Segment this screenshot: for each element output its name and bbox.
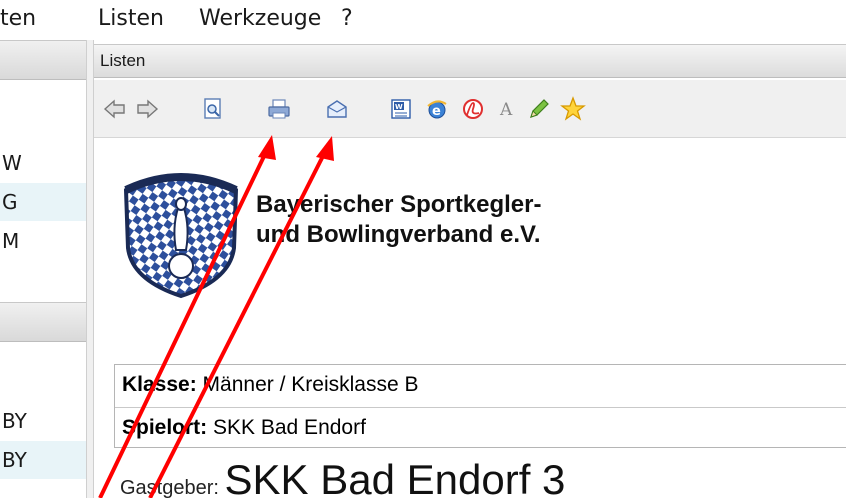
gastgeber-value: SKK Bad Endorf 3 [224,456,566,498]
menu-item-help[interactable]: ? [341,6,353,31]
svg-text:e: e [432,104,441,119]
menu-bar: ten Listen Werkzeuge ? [0,0,846,40]
menu-item-werkzeuge[interactable]: Werkzeuge [199,6,321,31]
spielort-row: Spielort: SKK Bad Endorf [115,407,846,447]
left-panel-header [0,40,86,80]
list-item[interactable]: BY [0,441,86,479]
print-preview-icon[interactable] [198,94,228,124]
svg-text:A: A [499,100,513,120]
panel-title: Listen [94,44,846,78]
document-preview: Bayerischer Sportkegler- und Bowlingverb… [94,138,846,498]
favorite-star-icon[interactable] [558,94,588,124]
org-name-line-2: und Bowlingverband e.V. [256,221,541,248]
pencil-icon[interactable] [524,94,554,124]
menu-item-daten[interactable]: ten [0,6,36,31]
listen-panel: Listen W e A Bayerischer Sportkegler- un… [94,40,846,498]
klasse-value: Männer / Kreisklasse B [196,373,419,396]
spielort-value: SKK Bad Endorf [207,416,366,439]
pdf-icon[interactable] [458,94,488,124]
left-panel-header-2 [0,302,86,342]
spielort-label: Spielort: [122,416,208,439]
menu-item-listen[interactable]: Listen [98,6,164,31]
svg-text:W: W [395,103,403,111]
print-icon[interactable] [264,94,294,124]
font-icon[interactable]: A [492,94,522,124]
internet-explorer-icon[interactable]: e [422,94,452,124]
info-table: Klasse: Männer / Kreisklasse B Spielort:… [114,364,846,448]
gastgeber-line: Gastgeber: SKK Bad Endorf 3 [120,456,565,498]
klasse-label: Klasse: [122,373,197,396]
klasse-row: Klasse: Männer / Kreisklasse B [115,365,846,405]
panel-splitter[interactable] [86,40,94,498]
organization-name: Bayerischer Sportkegler- und Bowlingverb… [256,190,541,250]
toolbar: W e A [94,80,846,138]
list-item[interactable]: M [0,222,86,260]
left-panel: W G M BY BY [0,40,86,498]
email-icon[interactable] [322,94,352,124]
list-item[interactable]: W [0,144,86,182]
back-icon[interactable] [100,94,130,124]
list-item[interactable]: G [0,183,86,221]
org-name-line-1: Bayerischer Sportkegler- [256,191,542,218]
gastgeber-label: Gastgeber: [120,477,225,498]
list-item[interactable]: BY [0,402,86,440]
bskv-logo-icon [118,168,244,300]
forward-icon[interactable] [132,94,162,124]
word-export-icon[interactable]: W [386,94,416,124]
